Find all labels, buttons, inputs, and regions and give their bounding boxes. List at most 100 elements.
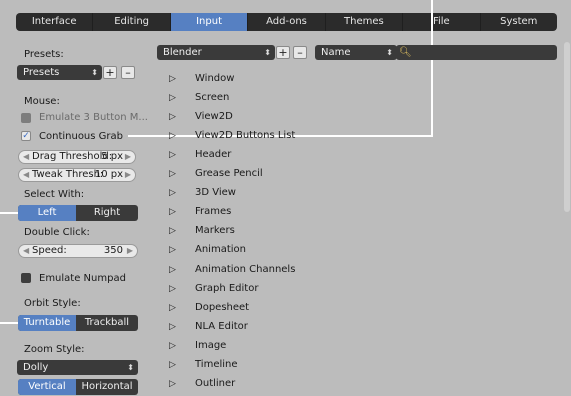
list-item[interactable]: ▷ 3D View bbox=[165, 185, 365, 201]
zoom-style-dropdown[interactable]: Dolly ⬍ bbox=[17, 360, 138, 375]
tweak-threshold-field[interactable]: ◀ Tweak Thresh: 10 px ▶ bbox=[18, 168, 136, 182]
double-click-speed-field[interactable]: ◀ Speed: 350 ▶ bbox=[18, 244, 138, 258]
callout-line bbox=[0, 322, 20, 324]
list-item[interactable]: ▷ Screen bbox=[165, 90, 365, 106]
updown-arrow-icon: ⬍ bbox=[91, 68, 98, 77]
continuous-grab-checkbox[interactable]: ✓ bbox=[21, 131, 31, 141]
add-preset-button[interactable]: + bbox=[103, 66, 117, 79]
zoom-axis-toggle: Vertical Horizontal bbox=[18, 379, 138, 395]
tab-interface[interactable]: Interface bbox=[16, 13, 94, 31]
decrement-arrow-icon[interactable]: ◀ bbox=[23, 245, 29, 257]
list-item[interactable]: ▷ Dopesheet bbox=[165, 300, 365, 316]
add-keymap-preset-button[interactable]: + bbox=[276, 46, 290, 59]
list-item[interactable]: ▷ Grease Pencil bbox=[165, 166, 365, 182]
tab-themes[interactable]: Themes bbox=[326, 13, 404, 31]
tab-addons[interactable]: Add-ons bbox=[248, 13, 326, 31]
list-item[interactable]: ▷ Header bbox=[165, 147, 365, 163]
vertical-scrollbar[interactable] bbox=[564, 42, 570, 212]
list-item[interactable]: ▷ Animation Channels bbox=[165, 262, 365, 278]
updown-arrow-icon: ⬍ bbox=[264, 48, 271, 57]
triangle-right-icon[interactable]: ▷ bbox=[169, 262, 176, 278]
tab-editing[interactable]: Editing bbox=[93, 13, 171, 31]
triangle-right-icon[interactable]: ▷ bbox=[169, 71, 176, 87]
triangle-right-icon[interactable]: ▷ bbox=[169, 338, 176, 354]
list-item[interactable]: ▷ Window bbox=[165, 71, 365, 87]
triangle-right-icon[interactable]: ▷ bbox=[169, 204, 176, 220]
list-item[interactable]: ▷ View2D bbox=[165, 109, 365, 125]
orbit-turntable-button[interactable]: Turntable bbox=[18, 315, 76, 331]
decrement-arrow-icon[interactable]: ◀ bbox=[23, 151, 29, 163]
select-left-button[interactable]: Left bbox=[18, 205, 76, 221]
triangle-right-icon[interactable]: ▷ bbox=[169, 166, 176, 182]
orbit-style-toggle: Turntable Trackball bbox=[18, 315, 138, 331]
triangle-right-icon[interactable]: ▷ bbox=[169, 90, 176, 106]
list-item[interactable]: ▷ NLA Editor bbox=[165, 319, 365, 335]
list-item[interactable]: ▷ Timeline bbox=[165, 357, 365, 373]
callout-line bbox=[431, 0, 433, 137]
emulate-3-button-checkbox[interactable] bbox=[21, 113, 31, 123]
checkmark-icon: ✓ bbox=[22, 131, 30, 141]
list-item[interactable]: ▷ Animation bbox=[165, 242, 365, 258]
tweak-threshold-value: 10 px bbox=[94, 169, 123, 180]
speed-label: Speed: bbox=[32, 245, 67, 256]
preferences-tab-bar: Interface Editing Input Add-ons Themes F… bbox=[16, 13, 557, 31]
drag-threshold-field[interactable]: ◀ Drag Threshold: 5 px ▶ bbox=[18, 150, 136, 164]
zoom-vertical-button[interactable]: Vertical bbox=[18, 379, 76, 395]
emulate-3-button-label: Emulate 3 Button M... bbox=[39, 112, 148, 123]
remove-preset-button[interactable]: – bbox=[121, 66, 135, 79]
triangle-right-icon[interactable]: ▷ bbox=[169, 128, 176, 144]
decrement-arrow-icon[interactable]: ◀ bbox=[23, 169, 29, 181]
select-with-toggle: Left Right bbox=[18, 205, 138, 221]
emulate-numpad-checkbox[interactable] bbox=[21, 273, 31, 283]
zoom-style-value: Dolly bbox=[23, 362, 49, 373]
emulate-numpad-label: Emulate Numpad bbox=[39, 273, 126, 284]
orbit-trackball-button[interactable]: Trackball bbox=[76, 315, 138, 331]
continuous-grab-label: Continuous Grab bbox=[39, 131, 123, 142]
zoom-style-label: Zoom Style: bbox=[24, 344, 85, 355]
triangle-right-icon[interactable]: ▷ bbox=[169, 242, 176, 258]
keymap-preset-value: Blender bbox=[163, 47, 202, 58]
list-item[interactable]: ▷ Markers bbox=[165, 223, 365, 239]
keymap-preset-dropdown[interactable]: Blender ⬍ bbox=[157, 45, 275, 60]
triangle-right-icon[interactable]: ▷ bbox=[169, 319, 176, 335]
list-item[interactable]: ▷ Image bbox=[165, 338, 365, 354]
orbit-style-label: Orbit Style: bbox=[24, 298, 81, 309]
increment-arrow-icon[interactable]: ▶ bbox=[125, 151, 131, 163]
updown-arrow-icon: ⬍ bbox=[386, 48, 393, 57]
magnifier-icon: 🔍︎ bbox=[399, 47, 412, 58]
triangle-right-icon[interactable]: ▷ bbox=[169, 281, 176, 297]
tab-input[interactable]: Input bbox=[170, 13, 249, 31]
tab-file[interactable]: File bbox=[403, 13, 481, 31]
search-mode-value: Name bbox=[321, 47, 351, 58]
presets-label: Presets: bbox=[24, 49, 64, 60]
list-item[interactable]: ▷ Frames bbox=[165, 204, 365, 220]
tweak-threshold-label: Tweak Thresh: bbox=[32, 169, 104, 180]
keymap-search-input[interactable]: 🔍︎ bbox=[396, 45, 557, 60]
double-click-label: Double Click: bbox=[24, 227, 90, 238]
triangle-right-icon[interactable]: ▷ bbox=[169, 223, 176, 239]
mouse-label: Mouse: bbox=[24, 96, 60, 107]
triangle-right-icon[interactable]: ▷ bbox=[169, 300, 176, 316]
speed-value: 350 bbox=[103, 245, 123, 256]
triangle-right-icon[interactable]: ▷ bbox=[169, 109, 176, 125]
tab-system[interactable]: System bbox=[481, 13, 557, 31]
presets-value: Presets bbox=[23, 67, 60, 78]
increment-arrow-icon[interactable]: ▶ bbox=[127, 245, 133, 257]
triangle-right-icon[interactable]: ▷ bbox=[169, 376, 176, 392]
zoom-horizontal-button[interactable]: Horizontal bbox=[76, 379, 138, 395]
triangle-right-icon[interactable]: ▷ bbox=[169, 147, 176, 163]
search-mode-dropdown[interactable]: Name ⬍ bbox=[315, 45, 397, 60]
list-item[interactable]: ▷ Graph Editor bbox=[165, 281, 365, 297]
triangle-right-icon[interactable]: ▷ bbox=[169, 357, 176, 373]
drag-threshold-value: 5 px bbox=[101, 151, 123, 162]
increment-arrow-icon[interactable]: ▶ bbox=[125, 169, 131, 181]
updown-arrow-icon: ⬍ bbox=[127, 363, 134, 372]
presets-dropdown[interactable]: Presets ⬍ bbox=[17, 65, 102, 80]
list-item[interactable]: ▷ View2D Buttons List bbox=[165, 128, 365, 144]
callout-line bbox=[0, 212, 20, 214]
remove-keymap-preset-button[interactable]: – bbox=[293, 46, 307, 59]
select-right-button[interactable]: Right bbox=[76, 205, 138, 221]
list-item[interactable]: ▷ Outliner bbox=[165, 376, 365, 392]
triangle-right-icon[interactable]: ▷ bbox=[169, 185, 176, 201]
select-with-label: Select With: bbox=[24, 189, 85, 200]
